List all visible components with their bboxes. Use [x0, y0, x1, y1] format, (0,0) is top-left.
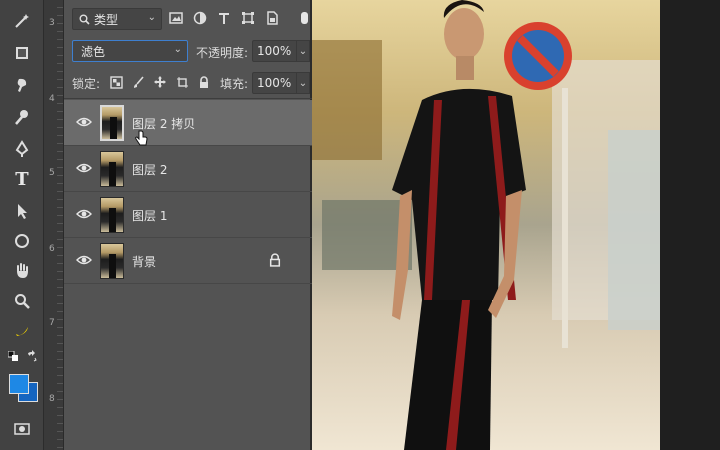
swap-colors-icon[interactable]	[26, 350, 38, 362]
quick-mask-icon[interactable]	[8, 416, 36, 442]
lock-icon	[269, 253, 281, 267]
photo-image	[312, 0, 660, 450]
ruler-mark: 4	[49, 94, 55, 104]
ruler-mark: 8	[49, 394, 55, 404]
type-filter-icon[interactable]	[216, 10, 232, 26]
lock-row: 锁定: 填充: 100% ⌄	[64, 70, 312, 96]
hand-icon[interactable]	[8, 258, 36, 284]
workspace-background	[660, 0, 720, 450]
filter-kind-label: 类型	[94, 12, 119, 27]
layer-name[interactable]: 背景	[132, 253, 156, 270]
rectangle-icon[interactable]	[8, 40, 36, 66]
lock-label: 锁定:	[72, 77, 101, 91]
chevron-down-icon: ⌄	[173, 44, 182, 55]
magic-wand-icon[interactable]	[8, 8, 36, 34]
smart-object-filter-icon[interactable]	[264, 10, 280, 26]
blend-mode-row: 滤色 ⌄ 不透明度: 100% ⌄	[64, 38, 312, 64]
image-filter-icon[interactable]	[168, 10, 184, 26]
zoom-icon[interactable]	[8, 288, 36, 314]
eye-icon[interactable]	[76, 253, 92, 267]
fill-dropdown-button[interactable]: ⌄	[296, 72, 310, 94]
lock-brush-icon[interactable]	[130, 74, 146, 90]
fill-label: 填充:	[220, 77, 249, 91]
lock-position-icon[interactable]	[152, 74, 168, 90]
layers-panel: 类型 ⌄ 滤色 ⌄ 不透明度: 100% ⌄ 锁定: 填充: 100% ⌄ 图层…	[64, 0, 312, 450]
arrow-select-icon[interactable]	[8, 198, 36, 224]
layer-filter-row: 类型 ⌄	[64, 4, 312, 32]
eye-icon[interactable]	[76, 207, 92, 221]
brush-icon[interactable]	[8, 104, 36, 130]
layer-name[interactable]: 图层 1	[132, 207, 167, 224]
eye-icon[interactable]	[76, 115, 92, 129]
tools-panel: T	[0, 0, 44, 450]
ruler-mark: 7	[49, 318, 55, 328]
layer-thumbnail	[100, 151, 124, 187]
eye-icon[interactable]	[76, 161, 92, 175]
hand-cursor-icon	[135, 130, 148, 146]
layer-row[interactable]: 图层 2	[64, 146, 312, 192]
panel-divider	[64, 98, 312, 99]
layer-thumbnail	[100, 197, 124, 233]
layer-row[interactable]: 图层 2 拷贝	[64, 100, 312, 146]
chevron-down-icon: ⌄	[147, 12, 156, 23]
fill-input[interactable]: 100%	[252, 72, 300, 94]
lock-all-icon[interactable]	[196, 74, 212, 90]
lock-pixels-icon[interactable]	[108, 74, 124, 90]
opacity-dropdown-button[interactable]: ⌄	[296, 40, 310, 62]
blend-mode-value: 滤色	[81, 44, 106, 59]
filter-toggle-switch[interactable]	[301, 12, 308, 24]
type-tool-icon[interactable]: T	[8, 166, 36, 192]
layers-list: 图层 2 拷贝 图层 2 图层 1 背景	[64, 100, 312, 284]
pen-icon[interactable]	[8, 136, 36, 162]
document-canvas[interactable]	[312, 0, 660, 450]
layer-row[interactable]: 图层 1	[64, 192, 312, 238]
filter-kind-select[interactable]: 类型 ⌄	[72, 8, 162, 30]
banana-icon[interactable]	[8, 318, 36, 344]
layer-thumbnail	[100, 243, 124, 279]
ruler-mark: 6	[49, 244, 55, 254]
vertical-ruler: 3 4 5 6 7 8	[44, 0, 64, 450]
opacity-input[interactable]: 100%	[252, 40, 300, 62]
opacity-label: 不透明度:	[196, 46, 249, 60]
layer-name[interactable]: 图层 2	[132, 161, 167, 178]
lock-artboard-icon[interactable]	[174, 74, 190, 90]
spot-heal-icon[interactable]	[8, 72, 36, 98]
search-icon	[79, 14, 90, 25]
ruler-mark: 3	[49, 18, 55, 28]
adjustment-filter-icon[interactable]	[192, 10, 208, 26]
layer-thumbnail	[100, 105, 124, 141]
foreground-color-swatch[interactable]	[9, 374, 29, 394]
layer-row[interactable]: 背景	[64, 238, 312, 284]
ellipse-icon[interactable]	[8, 228, 36, 254]
ruler-mark: 5	[49, 168, 55, 178]
shape-filter-icon[interactable]	[240, 10, 256, 26]
default-colors-icon[interactable]	[7, 350, 18, 361]
blend-mode-select[interactable]: 滤色 ⌄	[72, 40, 188, 62]
